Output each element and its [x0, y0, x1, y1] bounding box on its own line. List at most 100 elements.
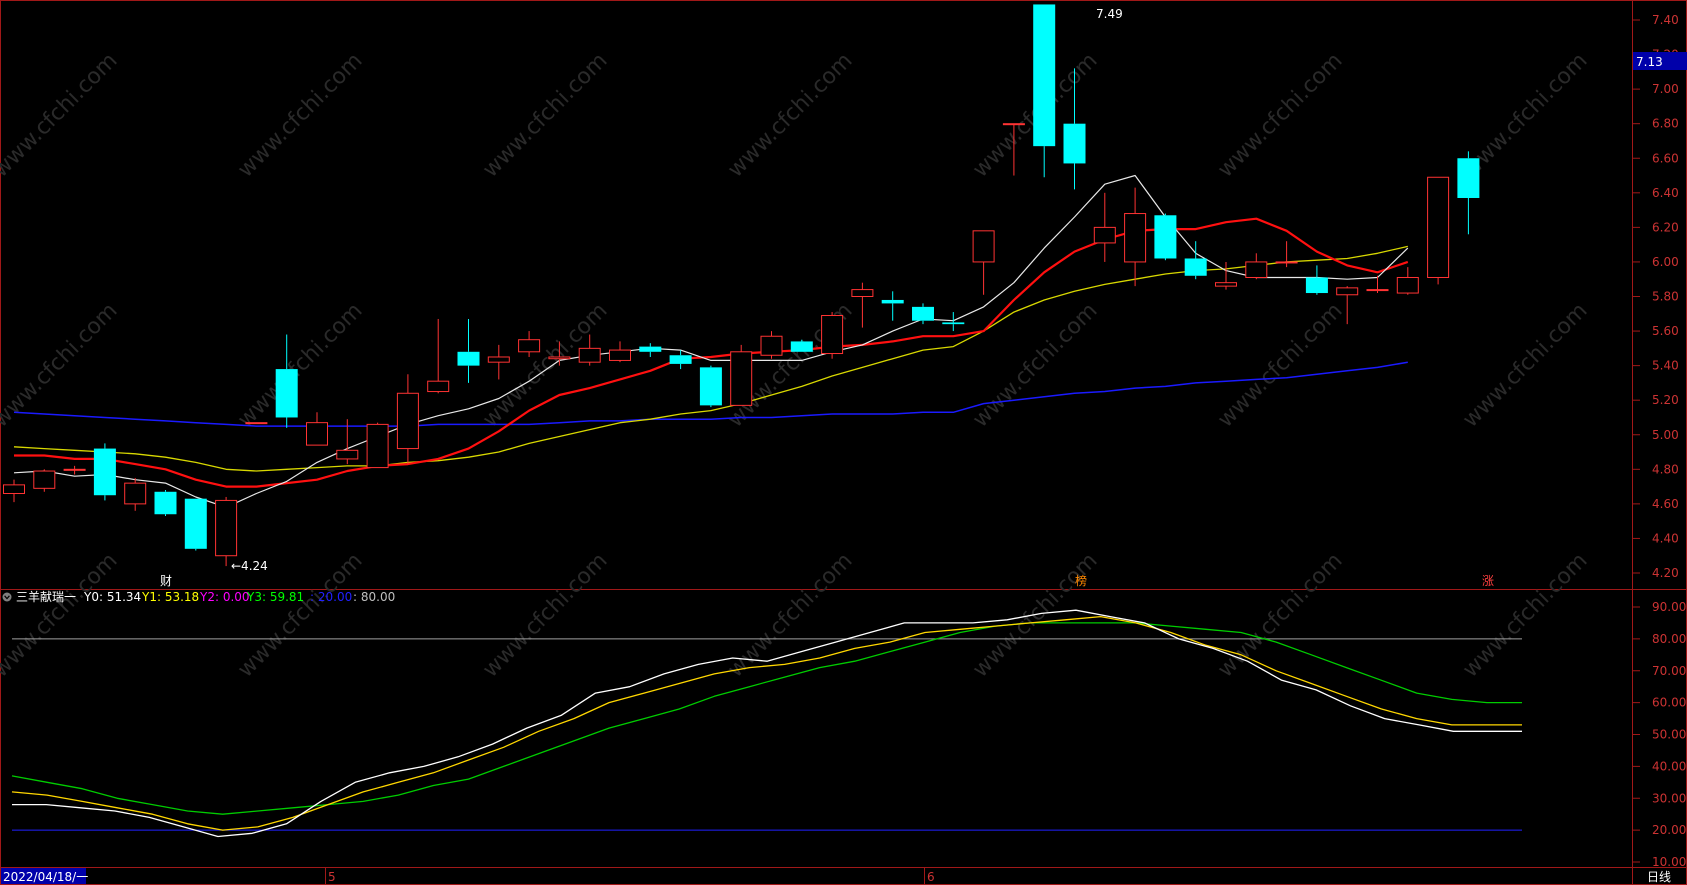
candle[interactable]	[1033, 4, 1056, 178]
watermark-text: www.cfchi.com	[968, 298, 1102, 432]
price-tick-label: 5.00	[1652, 428, 1679, 442]
candle-body-up	[1336, 287, 1359, 296]
watermark-text: www.cfchi.com	[478, 48, 612, 182]
candle-body-down	[669, 355, 692, 364]
candle-body-down	[275, 369, 298, 418]
candle[interactable]	[942, 312, 965, 332]
candle[interactable]	[396, 374, 419, 465]
candle[interactable]	[912, 303, 934, 325]
candle[interactable]	[1124, 187, 1147, 287]
price-tick-label: 6.60	[1652, 151, 1679, 165]
moving-average-lines	[13, 174, 1409, 508]
stock-chart[interactable]: www.cfchi.com www.cfchi.com www.cfchi.com w…	[0, 0, 1687, 885]
indicator-tick-label: 10.00	[1652, 855, 1686, 869]
candle-body-up	[548, 356, 571, 360]
candle[interactable]	[1245, 253, 1268, 280]
candle[interactable]	[881, 291, 904, 321]
candle[interactable]	[215, 496, 238, 567]
candle-body-up	[1396, 276, 1419, 294]
candle[interactable]	[124, 477, 147, 511]
price-tick-label: 6.80	[1652, 117, 1679, 131]
candle[interactable]	[1396, 267, 1419, 295]
candle[interactable]	[275, 334, 298, 428]
candle-body-down	[790, 341, 813, 352]
candle[interactable]	[427, 318, 450, 394]
candle-body-down	[154, 491, 177, 515]
candle[interactable]	[639, 343, 662, 357]
period-label[interactable]: 日线	[1647, 870, 1671, 884]
event-mark-limit-up[interactable]: 涨	[1482, 573, 1494, 588]
legend-y2: Y2: 0.00	[199, 590, 250, 604]
candle[interactable]	[1427, 176, 1450, 285]
candle[interactable]	[1305, 265, 1328, 295]
price-tick-label: 5.80	[1652, 290, 1679, 304]
price-axis: 7.407.207.006.806.606.406.206.005.805.60…	[1632, 13, 1679, 580]
candle[interactable]	[1184, 241, 1207, 280]
candle-body-down	[699, 367, 722, 406]
indicator-tick-label: 80.00	[1652, 632, 1686, 646]
candle-body-up	[1215, 282, 1237, 287]
candlesticks[interactable]	[3, 4, 1480, 567]
candle[interactable]	[609, 341, 631, 363]
candle[interactable]	[184, 498, 207, 551]
candle[interactable]	[487, 344, 510, 380]
candle-body-up	[336, 449, 359, 460]
candle[interactable]	[33, 469, 56, 492]
candle[interactable]	[790, 339, 813, 352]
candle-body-up	[609, 349, 631, 361]
legend-y1: Y1: 53.18	[141, 590, 199, 604]
candle-body-up	[760, 335, 783, 356]
month-label-june: 6	[927, 870, 935, 884]
price-tick-label: 6.20	[1652, 220, 1679, 234]
candle-body-down	[942, 322, 965, 325]
candle-body-up	[487, 356, 510, 363]
candle-body-up	[730, 351, 753, 406]
indicator-tick-label: 20.00	[1652, 823, 1686, 837]
candle-body-down	[1033, 4, 1056, 147]
event-mark-finance[interactable]: 财	[160, 574, 172, 588]
candle-body-up	[1124, 213, 1147, 263]
price-tick-label: 6.40	[1652, 186, 1679, 200]
candle-body-down	[1184, 258, 1207, 276]
candle[interactable]	[457, 318, 480, 383]
watermark-text: www.cfchi.com	[1458, 298, 1592, 432]
watermark-text: www.cfchi.com	[233, 48, 367, 182]
candle-body-up	[33, 470, 56, 489]
month-label-may: 5	[328, 870, 336, 884]
event-mark-list[interactable]: 榜	[1075, 573, 1087, 588]
candle[interactable]	[245, 422, 268, 425]
watermark-text: www.cfchi.com	[0, 48, 123, 182]
candle-body-up	[851, 289, 874, 297]
candle[interactable]	[3, 479, 25, 503]
watermark-text: www.cfchi.com	[0, 548, 123, 682]
candle[interactable]	[760, 331, 783, 359]
candle-body-up	[1002, 123, 1025, 126]
candle[interactable]	[1093, 192, 1116, 262]
candle-body-down	[93, 448, 116, 496]
candle[interactable]	[972, 230, 995, 295]
price-tick-label: 4.20	[1652, 566, 1679, 580]
candle[interactable]	[1275, 241, 1298, 268]
candle[interactable]	[154, 490, 177, 516]
candle-body-up	[245, 422, 268, 425]
candle[interactable]	[821, 312, 844, 359]
legend-line-80: : 80.00	[353, 590, 395, 604]
watermark-text: www.cfchi.com	[1213, 298, 1347, 432]
candle-body-up	[215, 499, 238, 557]
candle-body-down	[912, 306, 934, 321]
collapse-icon[interactable]	[2, 592, 12, 602]
candle[interactable]	[851, 282, 874, 328]
candle[interactable]	[93, 443, 116, 501]
price-tick-label: 6.00	[1652, 255, 1679, 269]
candle[interactable]	[518, 331, 541, 357]
candle[interactable]	[730, 344, 753, 406]
candle[interactable]	[699, 365, 722, 408]
candle[interactable]	[1457, 151, 1480, 235]
candle[interactable]	[366, 422, 389, 469]
candle[interactable]	[306, 412, 328, 446]
candle-body-down	[639, 346, 662, 352]
indicator-tick-label: 90.00	[1652, 600, 1686, 614]
candle[interactable]	[1154, 213, 1177, 261]
candle[interactable]	[63, 465, 86, 475]
watermark-text: www.cfchi.com	[1213, 548, 1347, 682]
